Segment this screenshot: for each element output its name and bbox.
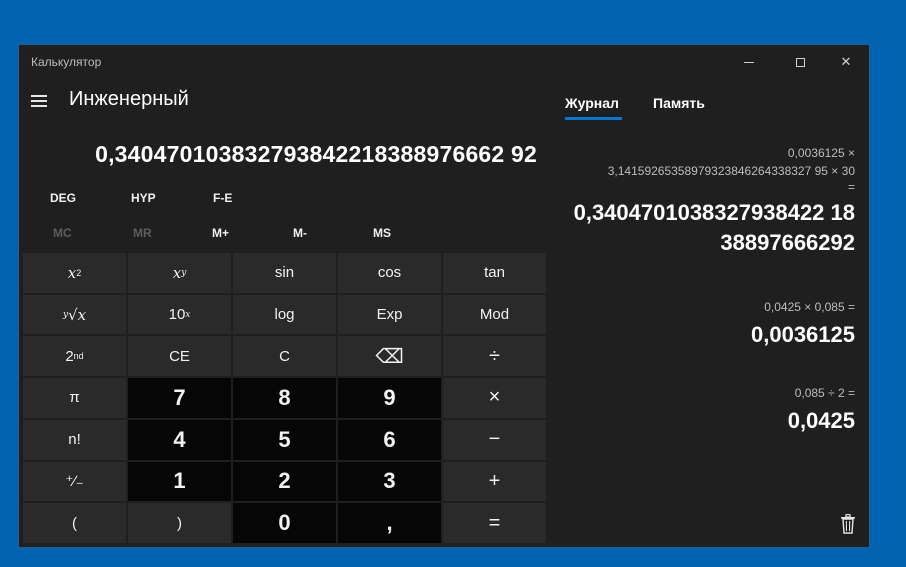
- digit-3-button[interactable]: 3: [338, 461, 441, 502]
- history-expression: 0,0425 × 0,085 =: [764, 300, 855, 314]
- exp-button[interactable]: Exp: [338, 294, 441, 335]
- add-button[interactable]: +: [443, 461, 546, 502]
- digit-4-button[interactable]: 4: [128, 419, 231, 460]
- history-expression: 3,14159265358979323846264338327 95 × 30: [607, 164, 855, 178]
- history-result: 0,0036125: [751, 322, 855, 347]
- history-result: 0,0425: [787, 408, 855, 433]
- keypad: x2 xy sin cos tan y √x 10 x log Exp Mod 2n…: [23, 253, 546, 543]
- memory-clear-button[interactable]: MC: [53, 226, 72, 240]
- clear-entry-button[interactable]: CE: [128, 336, 231, 377]
- memory-row: MC MR M+ M- MS: [19, 226, 549, 246]
- digit-9-button[interactable]: 9: [338, 378, 441, 418]
- history-expression: =: [847, 180, 855, 194]
- decimal-comma-button[interactable]: ,: [338, 503, 441, 543]
- history-entry[interactable]: 0,0425 × 0,085 = 0,0036125: [555, 298, 855, 350]
- minimize-button[interactable]: [735, 51, 763, 73]
- backspace-icon[interactable]: ⌫: [338, 336, 441, 377]
- history-entry[interactable]: 0,0036125 × 3,14159265358979323846264338…: [555, 144, 855, 258]
- tan-button[interactable]: tan: [443, 253, 546, 293]
- digit-1-button[interactable]: 1: [128, 461, 231, 502]
- tab-memory[interactable]: Память: [653, 95, 705, 111]
- hyp-button[interactable]: HYP: [131, 191, 156, 205]
- divide-button[interactable]: ÷: [443, 336, 546, 377]
- clear-button[interactable]: C: [233, 336, 336, 377]
- maximize-icon: [795, 57, 805, 67]
- deg-button[interactable]: DEG: [50, 191, 76, 205]
- digit-8-button[interactable]: 8: [233, 378, 336, 418]
- square-button[interactable]: x2: [23, 253, 126, 293]
- hamburger-menu-icon[interactable]: [31, 95, 47, 107]
- log-button[interactable]: log: [233, 294, 336, 335]
- memory-add-button[interactable]: M+: [212, 226, 229, 240]
- negate-button[interactable]: ⁺∕₋: [23, 461, 126, 502]
- left-paren-button[interactable]: (: [23, 503, 126, 543]
- memory-subtract-button[interactable]: M-: [293, 226, 307, 240]
- root-button[interactable]: y √x: [23, 294, 126, 335]
- sin-button[interactable]: sin: [233, 253, 336, 293]
- factorial-button[interactable]: n!: [23, 419, 126, 460]
- close-icon: ✕: [840, 54, 852, 69]
- digit-0-button[interactable]: 0: [233, 503, 336, 543]
- history-result: 0,3404701038327938422 18: [573, 200, 855, 225]
- multiply-button[interactable]: ×: [443, 378, 546, 418]
- close-button[interactable]: ✕: [832, 51, 860, 73]
- trash-icon[interactable]: [840, 514, 856, 534]
- mode-title: Инженерный: [69, 88, 189, 110]
- memory-recall-button[interactable]: MR: [133, 226, 152, 240]
- active-tab-indicator: [565, 117, 622, 120]
- digit-6-button[interactable]: 6: [338, 419, 441, 460]
- minimize-icon: [744, 61, 754, 63]
- result-display: 0,340470103832793842218388976662 92: [95, 141, 537, 167]
- fe-button[interactable]: F-E: [213, 191, 232, 205]
- ten-power-button[interactable]: 10 x: [128, 294, 231, 335]
- window-title: Калькулятор: [31, 55, 102, 69]
- maximize-button[interactable]: [786, 51, 814, 73]
- pi-button[interactable]: π: [23, 378, 126, 418]
- history-result: 38897666292: [720, 230, 855, 255]
- equals-button[interactable]: =: [443, 503, 546, 543]
- second-function-button[interactable]: 2nd: [23, 336, 126, 377]
- mod-button[interactable]: Mod: [443, 294, 546, 335]
- history-entry[interactable]: 0,085 ÷ 2 = 0,0425: [555, 384, 855, 436]
- history-expression: 0,0036125 ×: [787, 146, 855, 160]
- tab-history[interactable]: Журнал: [565, 95, 619, 111]
- power-button[interactable]: xy: [128, 253, 231, 293]
- right-paren-button[interactable]: ): [128, 503, 231, 543]
- title-bar[interactable]: Калькулятор ✕: [19, 45, 869, 79]
- digit-7-button[interactable]: 7: [128, 378, 231, 418]
- memory-store-button[interactable]: MS: [373, 226, 391, 240]
- mode-toggles: DEG HYP F-E: [19, 191, 549, 211]
- subtract-button[interactable]: −: [443, 419, 546, 460]
- digit-5-button[interactable]: 5: [233, 419, 336, 460]
- digit-2-button[interactable]: 2: [233, 461, 336, 502]
- calculator-window: Калькулятор ✕ Инженерный 0,3404701038327…: [19, 45, 869, 547]
- history-expression: 0,085 ÷ 2 =: [794, 386, 855, 400]
- cos-button[interactable]: cos: [338, 253, 441, 293]
